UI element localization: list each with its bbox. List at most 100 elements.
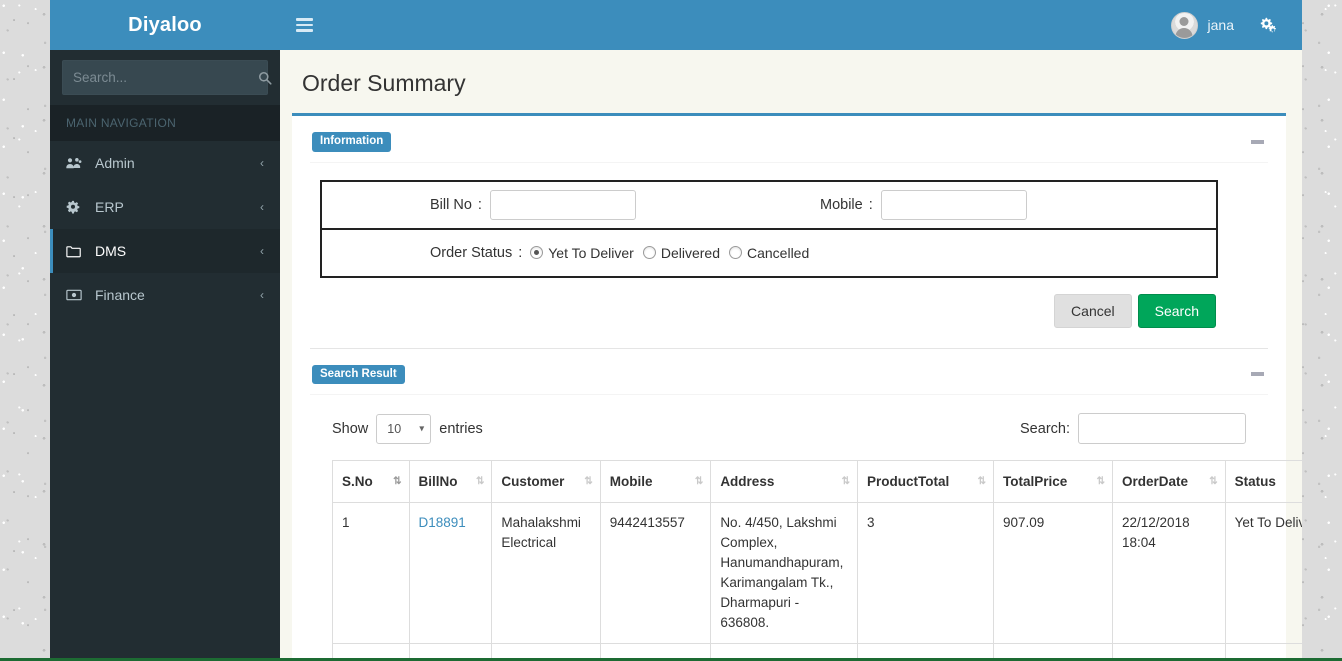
mobile-colon: : (868, 196, 873, 213)
cell-customer: Mahalakshmi Electrical (491, 502, 601, 644)
billno-link[interactable]: D18891 (419, 515, 466, 530)
column-header-status[interactable]: Status (1224, 460, 1302, 503)
chevron-left-icon: ‹ (260, 200, 264, 214)
search-input[interactable] (63, 61, 258, 94)
search-form: Bill No : Mobile : Order Status: Yet To… (320, 179, 1218, 278)
cell-orderdate: 22/12/2018 18:04 (1112, 502, 1226, 644)
search-result-panel: Search Result Show 102550100 entries (310, 347, 1302, 661)
content-wrapper: Order Summary Information Bill No : Mobi… (280, 50, 1302, 661)
datatable-toolbar: Show 102550100 entries Search: (320, 413, 1258, 444)
information-panel-body: Bill No : Mobile : Order Status: Yet To… (310, 163, 1268, 348)
column-header-producttotal[interactable]: ProductTotal ⇅ (856, 460, 995, 503)
app-logo-text: Diyaloo (128, 13, 202, 36)
column-label: Address (720, 474, 775, 489)
column-label: ProductTotal (866, 474, 950, 489)
user-menu[interactable]: jana (1157, 0, 1248, 50)
search-icon[interactable] (258, 61, 272, 94)
sort-icon: ⇅ (841, 475, 850, 487)
mobile-input[interactable] (880, 189, 1027, 220)
radio-cancelled[interactable]: Cancelled (728, 244, 810, 261)
app-logo[interactable]: Diyaloo (50, 0, 280, 50)
minus-icon[interactable] (1248, 134, 1266, 150)
billno-label: Bill No (430, 196, 472, 213)
cell-producttotal: 3 (856, 502, 995, 644)
sidebar-item-finance[interactable]: Finance ‹ (50, 273, 280, 317)
radio-icon (728, 246, 742, 259)
radio-yet-to-deliver[interactable]: Yet To Deliver (530, 245, 634, 261)
page-header: Order Summary (280, 50, 1302, 113)
order-status-group: Order Status : Yet To Deliver Delivered … (322, 245, 818, 261)
cell-billno: D18891 (408, 502, 493, 644)
sort-icon: ⇅ (584, 475, 592, 487)
radio-label: Delivered (660, 244, 720, 261)
search-result-badge: Search Result (312, 364, 405, 384)
sort-icon: ⇅ (977, 475, 986, 487)
column-label: BillNo (418, 474, 458, 489)
radio-delivered[interactable]: Delivered (642, 244, 720, 261)
sort-icon: ⇅ (476, 475, 484, 487)
top-navbar: jana (280, 0, 1302, 50)
radio-icon (642, 246, 656, 259)
search-result-panel-header: Search Result (310, 349, 1268, 395)
application-window: Diyaloo jana Search... MAIN NAVIGATION A… (50, 0, 1302, 661)
datatable-search-input[interactable] (1078, 413, 1246, 444)
folder-icon (66, 245, 88, 258)
order-status-radio-group: Yet To Deliver Delivered Cancelled (530, 245, 818, 261)
page-title: Order Summary (302, 70, 466, 96)
main-header: Diyaloo jana (50, 0, 1302, 50)
radio-label: Yet To Deliver (548, 244, 634, 261)
information-badge: Information (312, 132, 392, 152)
column-header-address[interactable]: Address ⇅ (710, 460, 858, 503)
radio-label: Cancelled (746, 244, 810, 261)
datatable-length-control: Show 102550100 entries (332, 413, 483, 444)
sidebar-search (62, 60, 272, 95)
sidebar-item-label: Finance (95, 287, 145, 303)
sidebar-toggle-button[interactable] (280, 0, 328, 50)
cancel-button[interactable]: Cancel (1054, 293, 1132, 328)
column-label: Mobile (609, 474, 653, 489)
avatar (1170, 11, 1198, 39)
sidebar-item-label: DMS (95, 243, 127, 259)
cell-address: No. 4/450, Lakshmi Complex, Hanumandhapu… (710, 502, 858, 644)
search-button[interactable]: Search (1137, 293, 1216, 328)
page-length-select[interactable]: 102550100 (376, 413, 432, 444)
sidebar: MAIN NAVIGATION Admin ‹ ERP ‹ (50, 50, 280, 661)
chevron-left-icon: ‹ (260, 156, 264, 170)
datatable-filter-control: Search: (1020, 413, 1246, 444)
billno-input[interactable] (489, 189, 636, 220)
column-header-billno[interactable]: BillNo ⇅ (408, 460, 493, 503)
sidebar-item-admin[interactable]: Admin ‹ (50, 141, 280, 185)
chevron-left-icon: ‹ (260, 244, 264, 258)
column-label: S.No (342, 474, 373, 489)
sidebar-item-dms[interactable]: DMS ‹ (50, 229, 280, 273)
column-label: TotalPrice (1003, 474, 1068, 489)
table-body: 1 D18891 Mahalakshmi Electrical 94424135… (332, 502, 1302, 661)
nav-section-header: MAIN NAVIGATION (50, 105, 280, 141)
datatable-search-label: Search: (1020, 420, 1070, 437)
minus-icon[interactable] (1248, 366, 1266, 382)
users-icon (66, 157, 88, 170)
column-header-orderdate[interactable]: OrderDate ⇅ (1112, 460, 1226, 503)
chevron-left-icon: ‹ (260, 288, 264, 302)
cell-sno: 1 (332, 502, 410, 644)
billno-field-group: Bill No : (322, 189, 772, 220)
column-header-sno[interactable]: S.No ⇅ (332, 460, 410, 503)
column-header-customer[interactable]: Customer ⇅ (491, 460, 601, 503)
order-summary-table: S.No ⇅ BillNo ⇅ Customer ⇅ Mobile ⇅ Address ⇅… (332, 460, 1302, 661)
radio-icon (530, 246, 544, 259)
column-header-mobile[interactable]: Mobile ⇅ (599, 460, 712, 503)
form-actions: Cancel Search (320, 278, 1230, 348)
navbar-right-group: jana (1157, 0, 1288, 50)
gears-icon[interactable] (1248, 0, 1288, 50)
table-head: S.No ⇅ BillNo ⇅ Customer ⇅ Mobile ⇅ Address ⇅… (332, 460, 1302, 503)
cell-totalprice: 907.09 (992, 502, 1114, 644)
page-length-select-wrapper: 102550100 (376, 413, 432, 444)
column-header-totalprice[interactable]: TotalPrice ⇅ (992, 460, 1114, 503)
sidebar-item-erp[interactable]: ERP ‹ (50, 185, 280, 229)
sidebar-item-label: Admin (95, 155, 135, 171)
column-label: Customer (501, 474, 565, 489)
table-row: 1 D18891 Mahalakshmi Electrical 94424135… (332, 502, 1302, 644)
mobile-field-group: Mobile : (772, 189, 1216, 220)
content-box: Information Bill No : Mobile: Order Sta… (292, 113, 1302, 661)
user-name-label: jana (1207, 17, 1234, 33)
